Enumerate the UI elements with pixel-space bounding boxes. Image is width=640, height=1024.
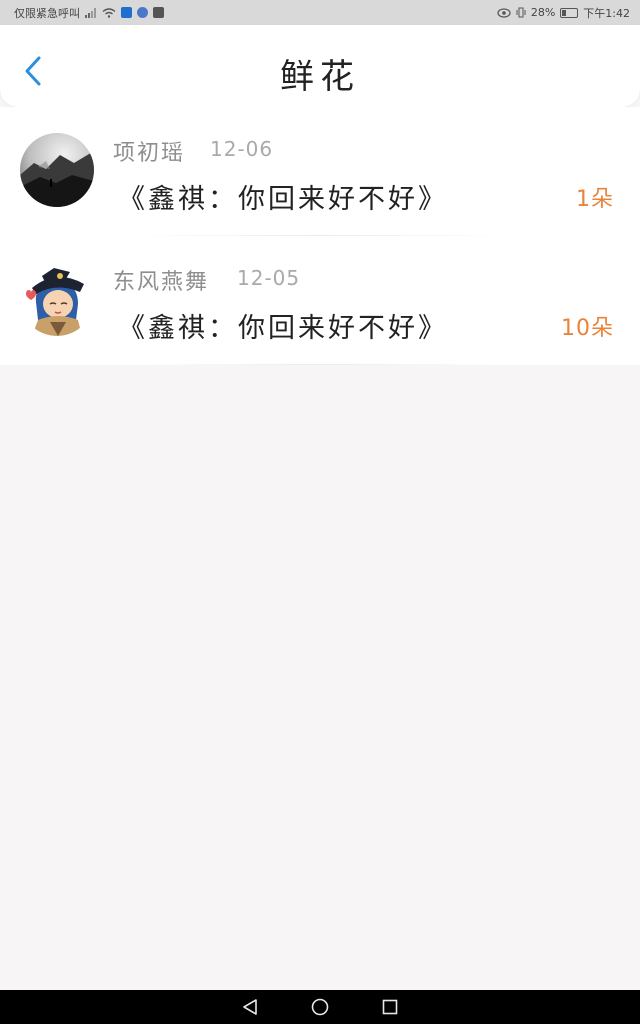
battery-icon bbox=[560, 7, 579, 18]
status-right: 28% 下午1:42 bbox=[497, 5, 630, 21]
header-bar: 鲜花 bbox=[0, 25, 640, 107]
battery-percent: 28% bbox=[530, 6, 556, 19]
wifi-icon bbox=[102, 7, 116, 18]
square-recents-icon bbox=[382, 999, 398, 1015]
carrier-text: 仅限紧急呼叫 bbox=[14, 6, 80, 20]
avatar[interactable] bbox=[20, 262, 94, 336]
eye-icon bbox=[497, 7, 511, 18]
flower-list: 项初瑶 12-06 《鑫祺：你回来好不好》 1朵 东风燕舞 12-05 《鑫祺：… bbox=[0, 107, 640, 365]
item-date: 12-05 bbox=[237, 266, 301, 290]
nav-back-button[interactable] bbox=[240, 997, 260, 1017]
user-name: 东风燕舞 bbox=[113, 270, 210, 295]
list-item[interactable]: 东风燕舞 12-05 《鑫祺：你回来好不好》 10朵 bbox=[0, 236, 640, 365]
browser-notification-icon bbox=[137, 7, 148, 18]
nav-recents-button[interactable] bbox=[380, 997, 400, 1017]
avatar[interactable] bbox=[20, 133, 94, 207]
list-item[interactable]: 项初瑶 12-06 《鑫祺：你回来好不好》 1朵 bbox=[0, 107, 640, 236]
page-title: 鲜花 bbox=[280, 57, 360, 97]
status-bar: 仅限紧急呼叫 28% 下午1:42 bbox=[0, 0, 640, 25]
user-name: 项初瑶 bbox=[113, 141, 186, 166]
circle-home-icon bbox=[311, 998, 329, 1016]
vibrate-icon bbox=[516, 7, 526, 18]
signal-icon bbox=[85, 7, 97, 18]
nav-home-button[interactable] bbox=[310, 997, 330, 1017]
status-left: 仅限紧急呼叫 bbox=[14, 5, 164, 21]
triangle-back-icon bbox=[243, 999, 257, 1015]
item-message: 《鑫祺：你回来好不好》 bbox=[118, 313, 448, 344]
system-nav-bar bbox=[0, 990, 640, 1024]
app-notification-icon bbox=[121, 7, 132, 18]
avatar-pirate-girl-icon bbox=[20, 262, 94, 336]
avatar-mountain-icon bbox=[20, 133, 94, 207]
item-message: 《鑫祺：你回来好不好》 bbox=[118, 184, 448, 215]
divider bbox=[130, 364, 510, 365]
item-date: 12-06 bbox=[210, 137, 274, 161]
flower-count: 1朵 bbox=[576, 187, 614, 212]
flower-count: 10朵 bbox=[561, 316, 614, 341]
clock: 下午1:42 bbox=[583, 6, 630, 20]
message-notification-icon bbox=[153, 7, 164, 18]
